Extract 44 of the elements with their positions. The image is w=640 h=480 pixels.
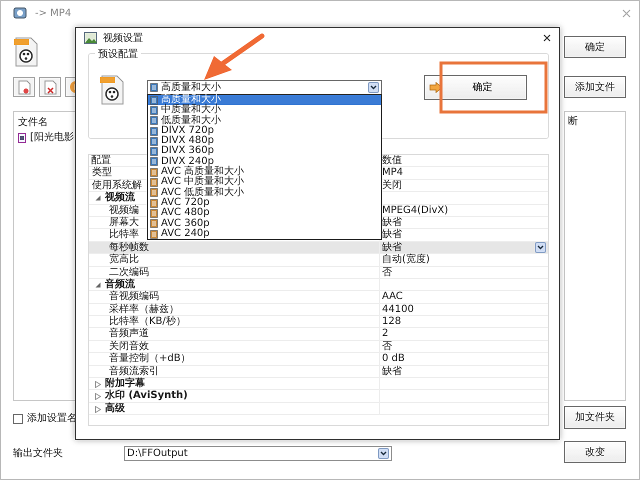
property-name: 视频编 [109, 204, 139, 216]
column-header: 数值 [382, 155, 402, 168]
property-value: 自动(宽度) [382, 254, 430, 267]
property-name: 音量控制（+dB） [109, 353, 191, 366]
dialog-title: 视频设置 [103, 32, 143, 46]
window-title: -> MP4 [35, 6, 72, 20]
property-name: 类型 [92, 167, 112, 180]
field-value: D:\FFOutput [127, 447, 188, 461]
property-value: MPEG4(DivX) [382, 204, 448, 216]
property-value: 0 dB [382, 353, 405, 366]
property-name: 比特率（KB/秒） [109, 316, 186, 328]
property-value: 否 [382, 266, 392, 279]
property-name: 关闭音效 [109, 340, 149, 352]
property-name: 音频流索引 [109, 366, 159, 377]
group-name: 高级 [105, 402, 125, 416]
property-value: 关闭 [382, 180, 402, 192]
field-label: 输出文件夹 [13, 446, 64, 461]
property-name: 采样率（赫兹） [109, 304, 179, 316]
column-header: 断 [568, 114, 579, 129]
group-name: 水印 (AviSynth) [105, 390, 188, 402]
property-name: 每秒帧数 [109, 242, 149, 254]
dropdown-value: 高质量和大小 [161, 80, 221, 94]
property-value: 缺省 [382, 366, 402, 378]
property-name: 屏幕大 [109, 216, 139, 228]
property-name: 音频声道 [109, 328, 149, 340]
property-value: 128 [382, 316, 402, 328]
property-value: AAC [382, 291, 403, 304]
property-name: 比特率 [109, 229, 139, 242]
column-header: 配置 [91, 155, 111, 166]
property-value: 44100 [382, 304, 414, 316]
property-value: 否 [382, 340, 392, 354]
property-name: 音视频编码 [109, 291, 159, 304]
group-name: 附加字幕 [105, 378, 145, 390]
property-value: 缺省 [382, 229, 402, 242]
property-value: 2 [382, 328, 388, 341]
property-value: 缺省 [382, 216, 402, 228]
property-name: 使用系统解 [92, 180, 142, 191]
property-name: 二次编码 [109, 266, 149, 278]
column-header: 文件名 [18, 116, 49, 130]
property-value: 缺省 [382, 242, 402, 254]
property-name: 宽高比 [109, 254, 139, 266]
property-value: MP4 [382, 167, 404, 180]
group-name: 音频流 [105, 278, 135, 290]
group-name: 视频流 [105, 192, 135, 204]
